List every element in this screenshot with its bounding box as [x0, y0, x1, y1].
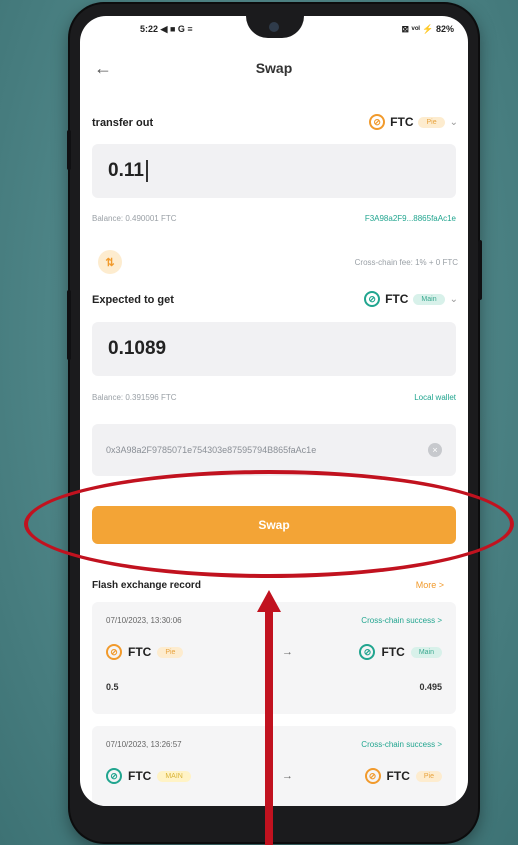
- annotation-arrow: [257, 590, 281, 845]
- token-symbol: FTC: [390, 115, 414, 129]
- token-symbol: FTC: [385, 292, 409, 306]
- chain-tag: Pie: [415, 770, 442, 782]
- local-wallet-link[interactable]: Local wallet: [414, 393, 456, 402]
- chain-tag: Main: [410, 646, 442, 658]
- status-icons-right: ⊠ ᵛᵒˡ ⚡ 82%: [401, 24, 455, 34]
- page-title: Swap: [255, 60, 293, 76]
- record-to: ⊘ FTC Main: [359, 644, 442, 660]
- record-to-amount: 0.495: [419, 682, 442, 692]
- transfer-out-balance: Balance: 0.490001 FTC: [92, 214, 177, 223]
- chevron-down-icon: ⌄: [449, 293, 458, 305]
- record-from-amount: 0.5: [106, 682, 119, 692]
- token-symbol: FTC: [386, 769, 410, 783]
- ftc-coin-icon: ⊘: [359, 644, 376, 660]
- record-header: Flash exchange record: [92, 580, 201, 591]
- status-icons-left: ◀ ■ G ≡: [160, 24, 193, 34]
- transfer-out-token-select[interactable]: ⊘ FTC Pie ⌄: [369, 114, 458, 130]
- chain-tag: MAIN: [157, 770, 191, 782]
- text-caret: [145, 160, 148, 182]
- token-symbol: FTC: [128, 769, 152, 783]
- transfer-out-label: transfer out: [92, 117, 154, 129]
- source-address-link[interactable]: F3A98a2F9...8865faAc1e: [365, 214, 456, 223]
- token-symbol: FTC: [381, 645, 405, 659]
- annotation-ellipse: [24, 470, 514, 578]
- receive-address-input[interactable]: 0x3A98a2F9785071e754303e87595794B865faAc…: [92, 424, 456, 476]
- record-date: 07/10/2023, 13:26:57: [106, 740, 182, 749]
- phone-side-button: [67, 130, 71, 170]
- record-from: ⊘ FTC MAIN: [106, 768, 191, 784]
- record-from: ⊘ FTC Pie: [106, 644, 184, 660]
- ftc-coin-icon: ⊘: [369, 114, 386, 130]
- chain-tag: Pie: [157, 646, 184, 658]
- phone-side-button: [67, 290, 71, 360]
- camera-icon: [269, 22, 279, 32]
- record-to: ⊘ FTC Pie: [364, 768, 442, 784]
- amount-value: 0.11: [108, 160, 144, 181]
- chain-tag: Pie: [418, 116, 445, 128]
- expected-amount-field: 0.1089: [92, 322, 456, 376]
- chevron-down-icon: ⌄: [449, 116, 458, 128]
- receive-address-value: 0x3A98a2F9785071e754303e87595794B865faAc…: [106, 445, 317, 455]
- record-status[interactable]: Cross-chain success >: [361, 740, 442, 749]
- record-status[interactable]: Cross-chain success >: [361, 616, 442, 625]
- amount-value: 0.1089: [108, 338, 167, 359]
- more-link[interactable]: More >: [416, 580, 444, 590]
- ftc-coin-icon: ⊘: [106, 644, 122, 660]
- token-symbol: FTC: [128, 645, 152, 659]
- transfer-out-amount-input[interactable]: 0.11: [92, 144, 456, 198]
- status-bar-left: 5:22 ◀ ■ G ≡: [140, 24, 193, 35]
- record-date: 07/10/2023, 13:30:06: [106, 616, 182, 625]
- ftc-coin-icon: ⊘: [106, 768, 122, 784]
- ftc-coin-icon: ⊘: [364, 768, 381, 784]
- status-time: 5:22: [140, 24, 159, 34]
- expected-token-select[interactable]: ⊘ FTC Main ⌄: [364, 291, 458, 307]
- cross-chain-fee: Cross-chain fee: 1% + 0 FTC: [354, 258, 458, 267]
- ftc-coin-icon: ⊘: [364, 291, 381, 307]
- clear-icon[interactable]: ×: [428, 443, 442, 457]
- phone-side-button: [478, 240, 482, 300]
- chain-tag: Main: [413, 293, 445, 305]
- expected-label: Expected to get: [92, 294, 174, 306]
- expected-balance: Balance: 0.391596 FTC: [92, 393, 177, 402]
- swap-direction-icon[interactable]: ⇅: [98, 250, 122, 274]
